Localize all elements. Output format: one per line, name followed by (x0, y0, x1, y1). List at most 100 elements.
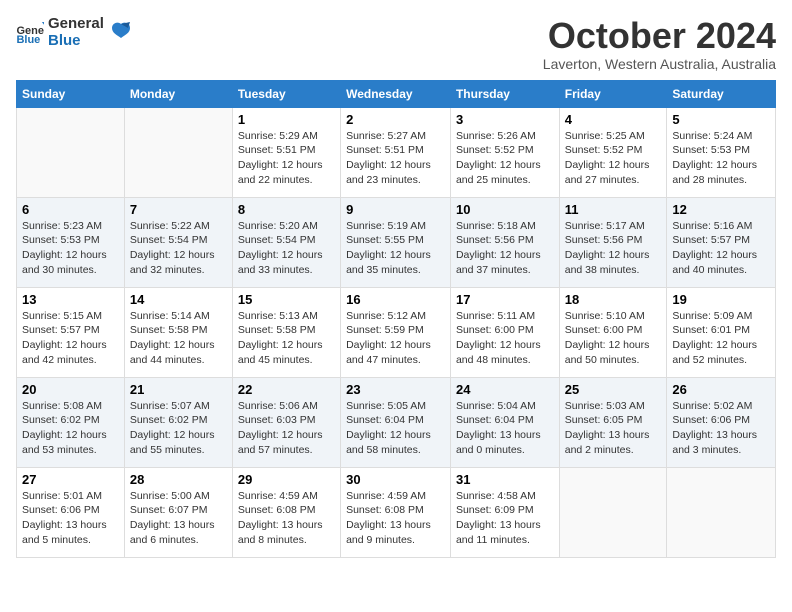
calendar-cell: 5 Sunrise: 5:24 AM Sunset: 5:53 PM Daylig… (667, 107, 776, 197)
day-info: Sunrise: 5:07 AM Sunset: 6:02 PM Dayligh… (130, 399, 227, 458)
calendar-cell: 16 Sunrise: 5:12 AM Sunset: 5:59 PM Dayli… (341, 287, 451, 377)
day-number: 30 (346, 472, 445, 487)
calendar-cell: 14 Sunrise: 5:14 AM Sunset: 5:58 PM Dayli… (124, 287, 232, 377)
day-info: Sunrise: 5:09 AM Sunset: 6:01 PM Dayligh… (672, 309, 770, 368)
day-info: Sunrise: 5:13 AM Sunset: 5:58 PM Dayligh… (238, 309, 335, 368)
day-number: 5 (672, 112, 770, 127)
day-info: Sunrise: 5:08 AM Sunset: 6:02 PM Dayligh… (22, 399, 119, 458)
calendar-cell: 24 Sunrise: 5:04 AM Sunset: 6:04 PM Dayli… (450, 377, 559, 467)
day-info: Sunrise: 5:20 AM Sunset: 5:54 PM Dayligh… (238, 219, 335, 278)
day-number: 12 (672, 202, 770, 217)
day-header-sunday: Sunday (17, 80, 125, 107)
calendar-cell: 19 Sunrise: 5:09 AM Sunset: 6:01 PM Dayli… (667, 287, 776, 377)
day-number: 24 (456, 382, 554, 397)
day-number: 7 (130, 202, 227, 217)
day-info: Sunrise: 4:58 AM Sunset: 6:09 PM Dayligh… (456, 489, 554, 548)
calendar-cell: 20 Sunrise: 5:08 AM Sunset: 6:02 PM Dayli… (17, 377, 125, 467)
calendar-table: SundayMondayTuesdayWednesdayThursdayFrid… (16, 80, 776, 558)
day-header-friday: Friday (559, 80, 667, 107)
calendar-cell: 9Sunrise: 5:19 AM Sunset: 5:55 PM Daylig… (341, 197, 451, 287)
calendar-cell: 21 Sunrise: 5:07 AM Sunset: 6:02 PM Dayli… (124, 377, 232, 467)
day-number: 15 (238, 292, 335, 307)
day-header-wednesday: Wednesday (341, 80, 451, 107)
day-info: Sunrise: 5:18 AM Sunset: 5:56 PM Dayligh… (456, 219, 554, 278)
day-info: Sunrise: 5:25 AM Sunset: 5:52 PM Dayligh… (565, 129, 662, 188)
day-number: 23 (346, 382, 445, 397)
title-area: October 2024 Laverton, Western Australia… (543, 16, 776, 72)
calendar-cell: 6 Sunrise: 5:23 AM Sunset: 5:53 PM Daylig… (17, 197, 125, 287)
logo-icon: General Blue (16, 22, 44, 44)
day-number: 4 (565, 112, 662, 127)
calendar-cell: 13Sunrise: 5:15 AM Sunset: 5:57 PM Dayli… (17, 287, 125, 377)
calendar-cell: 28 Sunrise: 5:00 AM Sunset: 6:07 PM Dayli… (124, 467, 232, 557)
day-info: Sunrise: 5:14 AM Sunset: 5:58 PM Dayligh… (130, 309, 227, 368)
day-number: 26 (672, 382, 770, 397)
day-info: Sunrise: 5:26 AM Sunset: 5:52 PM Dayligh… (456, 129, 554, 188)
day-number: 17 (456, 292, 554, 307)
day-info: Sunrise: 5:06 AM Sunset: 6:03 PM Dayligh… (238, 399, 335, 458)
calendar-cell: 12 Sunrise: 5:16 AM Sunset: 5:57 PM Dayli… (667, 197, 776, 287)
day-number: 16 (346, 292, 445, 307)
day-number: 18 (565, 292, 662, 307)
day-number: 19 (672, 292, 770, 307)
day-info: Sunrise: 5:01 AM Sunset: 6:06 PM Dayligh… (22, 489, 119, 548)
day-info: Sunrise: 5:23 AM Sunset: 5:53 PM Dayligh… (22, 219, 119, 278)
logo: General Blue General Blue (16, 16, 132, 49)
calendar-cell: 22 Sunrise: 5:06 AM Sunset: 6:03 PM Dayli… (232, 377, 340, 467)
day-number: 31 (456, 472, 554, 487)
month-title: October 2024 (543, 16, 776, 56)
calendar-cell: 7 Sunrise: 5:22 AM Sunset: 5:54 PM Daylig… (124, 197, 232, 287)
location-subtitle: Laverton, Western Australia, Australia (543, 56, 776, 72)
calendar-cell: 10 Sunrise: 5:18 AM Sunset: 5:56 PM Dayli… (450, 197, 559, 287)
day-info: Sunrise: 5:16 AM Sunset: 5:57 PM Dayligh… (672, 219, 770, 278)
header: General Blue General Blue October 2024 L… (16, 16, 776, 72)
calendar-cell (667, 467, 776, 557)
day-info: Sunrise: 5:15 AM Sunset: 5:57 PM Dayligh… (22, 309, 119, 368)
calendar-cell: 17 Sunrise: 5:11 AM Sunset: 6:00 PM Dayli… (450, 287, 559, 377)
logo-blue-text: Blue (48, 33, 104, 50)
day-info: Sunrise: 5:02 AM Sunset: 6:06 PM Dayligh… (672, 399, 770, 458)
logo-bird-icon (110, 20, 132, 42)
day-info: Sunrise: 5:24 AM Sunset: 5:53 PM Dayligh… (672, 129, 770, 188)
day-number: 25 (565, 382, 662, 397)
day-number: 11 (565, 202, 662, 217)
day-number: 8 (238, 202, 335, 217)
day-number: 20 (22, 382, 119, 397)
day-info: Sunrise: 5:00 AM Sunset: 6:07 PM Dayligh… (130, 489, 227, 548)
day-number: 3 (456, 112, 554, 127)
day-number: 28 (130, 472, 227, 487)
day-info: Sunrise: 5:04 AM Sunset: 6:04 PM Dayligh… (456, 399, 554, 458)
day-number: 29 (238, 472, 335, 487)
calendar-cell: 25Sunrise: 5:03 AM Sunset: 6:05 PM Dayli… (559, 377, 667, 467)
calendar-cell: 4 Sunrise: 5:25 AM Sunset: 5:52 PM Daylig… (559, 107, 667, 197)
calendar-cell: 1Sunrise: 5:29 AM Sunset: 5:51 PM Daylig… (232, 107, 340, 197)
day-number: 22 (238, 382, 335, 397)
calendar-cell: 2Sunrise: 5:27 AM Sunset: 5:51 PM Daylig… (341, 107, 451, 197)
calendar-cell: 31 Sunrise: 4:58 AM Sunset: 6:09 PM Dayli… (450, 467, 559, 557)
day-number: 6 (22, 202, 119, 217)
day-number: 14 (130, 292, 227, 307)
day-info: Sunrise: 5:05 AM Sunset: 6:04 PM Dayligh… (346, 399, 445, 458)
calendar-cell: 11 Sunrise: 5:17 AM Sunset: 5:56 PM Dayli… (559, 197, 667, 287)
week-row-4: 20 Sunrise: 5:08 AM Sunset: 6:02 PM Dayli… (17, 377, 776, 467)
week-row-5: 27Sunrise: 5:01 AM Sunset: 6:06 PM Dayli… (17, 467, 776, 557)
day-info: Sunrise: 5:11 AM Sunset: 6:00 PM Dayligh… (456, 309, 554, 368)
calendar-cell: 23 Sunrise: 5:05 AM Sunset: 6:04 PM Dayli… (341, 377, 451, 467)
day-number: 9 (346, 202, 445, 217)
day-number: 10 (456, 202, 554, 217)
day-info: Sunrise: 5:10 AM Sunset: 6:00 PM Dayligh… (565, 309, 662, 368)
day-number: 21 (130, 382, 227, 397)
day-info: Sunrise: 5:12 AM Sunset: 5:59 PM Dayligh… (346, 309, 445, 368)
calendar-cell: 29Sunrise: 4:59 AM Sunset: 6:08 PM Dayli… (232, 467, 340, 557)
day-header-monday: Monday (124, 80, 232, 107)
calendar-header-row: SundayMondayTuesdayWednesdayThursdayFrid… (17, 80, 776, 107)
calendar-cell (559, 467, 667, 557)
calendar-cell: 3 Sunrise: 5:26 AM Sunset: 5:52 PM Daylig… (450, 107, 559, 197)
calendar-cell: 27Sunrise: 5:01 AM Sunset: 6:06 PM Dayli… (17, 467, 125, 557)
day-info: Sunrise: 5:17 AM Sunset: 5:56 PM Dayligh… (565, 219, 662, 278)
day-info: Sunrise: 5:22 AM Sunset: 5:54 PM Dayligh… (130, 219, 227, 278)
day-header-tuesday: Tuesday (232, 80, 340, 107)
week-row-1: 1Sunrise: 5:29 AM Sunset: 5:51 PM Daylig… (17, 107, 776, 197)
day-header-saturday: Saturday (667, 80, 776, 107)
day-number: 1 (238, 112, 335, 127)
